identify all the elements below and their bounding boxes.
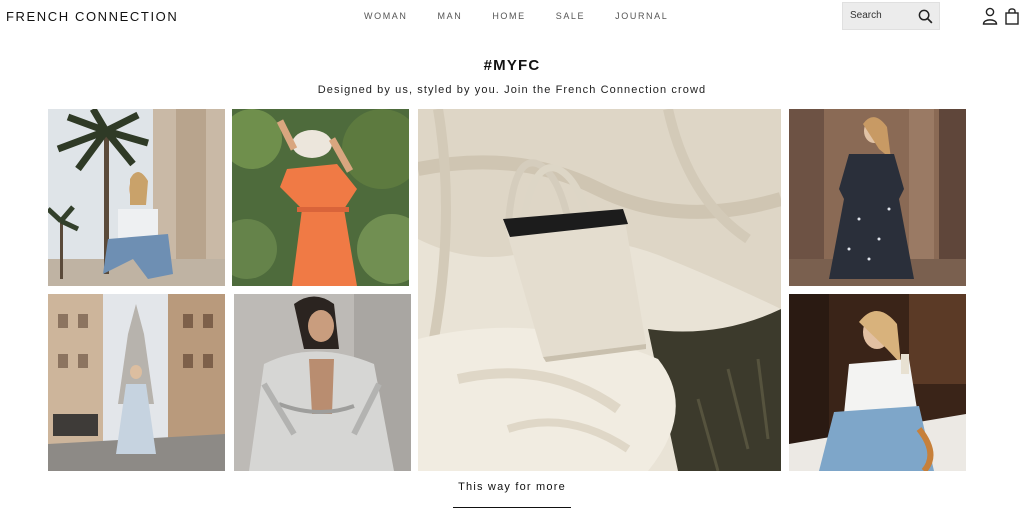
main-nav: WOMAN MAN HOME SALE JOURNAL — [364, 11, 668, 21]
brand-logo[interactable]: FRENCH CONNECTION — [6, 9, 178, 24]
account-icon[interactable] — [982, 7, 998, 25]
gallery-photo-orange-dress[interactable] — [232, 109, 409, 286]
search-icon[interactable] — [918, 9, 933, 24]
search-input[interactable] — [850, 10, 920, 21]
gallery-photo-white-bag[interactable] — [418, 109, 781, 471]
nav-item-woman[interactable]: WOMAN — [364, 11, 408, 21]
more-link[interactable]: This way for more — [453, 481, 571, 493]
gallery-photo-cafe[interactable] — [789, 294, 966, 471]
shopping-bag-icon[interactable] — [1004, 7, 1020, 25]
gallery-photo-denim-jacket[interactable] — [234, 294, 411, 471]
page-title: #MYFC — [483, 57, 541, 74]
nav-item-man[interactable]: MAN — [438, 11, 463, 21]
more-link-underline — [453, 507, 571, 508]
nav-item-sale[interactable]: SALE — [556, 11, 585, 21]
page-subtitle: Designed by us, styled by you. Join the … — [317, 84, 707, 96]
gallery-photo-palm-trees[interactable] — [48, 109, 225, 286]
nav-item-journal[interactable]: JOURNAL — [615, 11, 668, 21]
search-box — [842, 2, 940, 30]
gallery-photo-polka-dress[interactable] — [789, 109, 966, 286]
nav-item-home[interactable]: HOME — [492, 11, 525, 21]
gallery-photo-city-street[interactable] — [48, 294, 225, 471]
site-header: FRENCH CONNECTION WOMAN MAN HOME SALE JO… — [0, 0, 1024, 34]
